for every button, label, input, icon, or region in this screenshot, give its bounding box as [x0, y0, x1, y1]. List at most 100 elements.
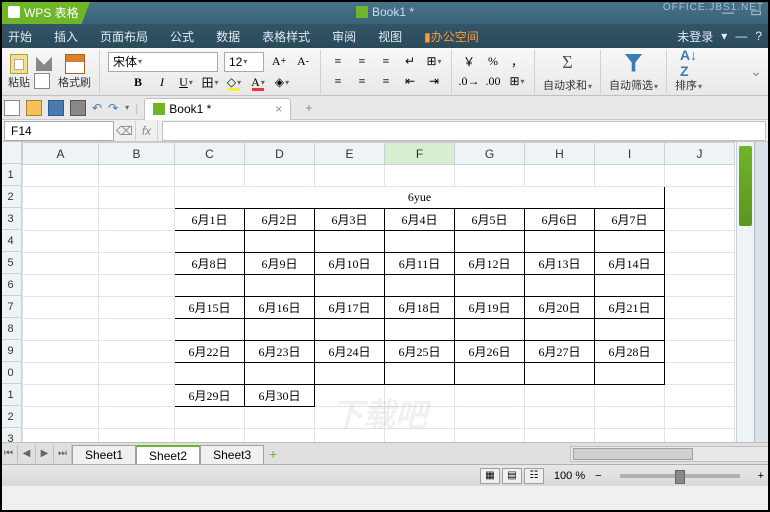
cell[interactable]: 6月1日 [175, 209, 245, 231]
cell[interactable] [23, 341, 99, 363]
underline-button[interactable]: U▾ [177, 74, 195, 92]
cell[interactable] [23, 187, 99, 209]
cell[interactable] [315, 385, 385, 407]
cell[interactable] [665, 253, 735, 275]
cell[interactable] [525, 275, 595, 297]
increase-font-icon[interactable]: A+ [270, 53, 288, 71]
cell[interactable] [99, 407, 175, 429]
cell[interactable]: 6月3日 [315, 209, 385, 231]
cell[interactable] [525, 231, 595, 253]
add-tab-icon[interactable]: + [297, 101, 320, 115]
cell[interactable]: 6月17日 [315, 297, 385, 319]
cell[interactable] [315, 231, 385, 253]
cell[interactable] [665, 187, 735, 209]
cell[interactable] [99, 341, 175, 363]
cell[interactable] [99, 385, 175, 407]
cell[interactable] [665, 209, 735, 231]
menu-review[interactable]: 审阅 [332, 28, 356, 45]
tab-nav-first-icon[interactable]: ⏮ [0, 445, 18, 463]
cell[interactable] [23, 275, 99, 297]
font-family-select[interactable]: 宋体▾ [108, 52, 218, 72]
vertical-scrollbar[interactable] [736, 142, 754, 486]
cell[interactable]: 6月15日 [175, 297, 245, 319]
formula-input[interactable] [162, 121, 766, 141]
cell[interactable] [99, 319, 175, 341]
undo-icon[interactable]: ↶ [92, 101, 102, 115]
cell[interactable] [595, 165, 665, 187]
cell[interactable] [665, 297, 735, 319]
cell[interactable] [175, 275, 245, 297]
cell[interactable] [23, 319, 99, 341]
zoom-out-icon[interactable]: − [595, 470, 601, 482]
menu-view[interactable]: 视图 [378, 28, 402, 45]
cell[interactable] [23, 297, 99, 319]
cell[interactable]: 6月5日 [455, 209, 525, 231]
cell[interactable]: 6月19日 [455, 297, 525, 319]
menu-start[interactable]: 开始 [8, 28, 32, 45]
redo-icon[interactable]: ↷ [108, 101, 118, 115]
decrease-font-icon[interactable]: A- [294, 53, 312, 71]
cell[interactable]: 6月30日 [245, 385, 315, 407]
cell[interactable] [525, 363, 595, 385]
align-middle-icon[interactable]: ≡ [353, 53, 371, 71]
cancel-formula-icon[interactable]: ⌫ [114, 121, 136, 141]
cell[interactable] [525, 165, 595, 187]
open-icon[interactable] [26, 100, 42, 116]
cell[interactable] [175, 231, 245, 253]
col-header[interactable]: B [99, 143, 175, 165]
col-header[interactable]: C [175, 143, 245, 165]
cell[interactable]: 6月28日 [595, 341, 665, 363]
row-header[interactable]: 4 [0, 230, 21, 252]
help-icon[interactable]: ? [755, 29, 762, 43]
cell[interactable] [99, 275, 175, 297]
row-header[interactable]: 1 [0, 384, 21, 406]
cell[interactable] [315, 165, 385, 187]
cell[interactable]: 6月25日 [385, 341, 455, 363]
print-icon[interactable] [70, 100, 86, 116]
menu-formula[interactable]: 公式 [170, 28, 194, 45]
merge-icon[interactable]: ⊞▾ [425, 53, 443, 71]
document-tab[interactable]: Book1 * × [144, 98, 291, 120]
cell[interactable] [175, 363, 245, 385]
ribbon-collapse-icon[interactable]: ⌄ [748, 63, 770, 80]
zoom-slider[interactable] [620, 474, 740, 478]
cell[interactable] [99, 253, 175, 275]
wrap-text-icon[interactable]: ↵ [401, 53, 419, 71]
cell[interactable] [385, 165, 455, 187]
view-normal-icon[interactable]: ▦ [480, 468, 500, 484]
cell[interactable]: 6月12日 [455, 253, 525, 275]
cell[interactable] [23, 385, 99, 407]
row-header[interactable]: 0 [0, 362, 21, 384]
cell[interactable] [665, 363, 735, 385]
sheet-tab[interactable]: Sheet2 [136, 445, 200, 465]
cell[interactable] [385, 231, 455, 253]
cell[interactable]: 6月21日 [595, 297, 665, 319]
align-right-icon[interactable]: ≡ [377, 73, 395, 91]
cell[interactable]: 6月11日 [385, 253, 455, 275]
cell[interactable] [455, 319, 525, 341]
row-header[interactable]: 6 [0, 274, 21, 296]
currency-button[interactable]: ￥ [460, 53, 478, 71]
cell[interactable] [385, 319, 455, 341]
cell[interactable] [99, 363, 175, 385]
zoom-level[interactable]: 100 % [554, 470, 585, 482]
cell[interactable] [665, 319, 735, 341]
cell[interactable] [595, 363, 665, 385]
spreadsheet-grid[interactable]: ABCDEFGHIJ6yue6月1日6月2日6月3日6月4日6月5日6月6日6月… [22, 142, 735, 473]
view-page-icon[interactable]: ▤ [502, 468, 522, 484]
cell[interactable] [525, 407, 595, 429]
tab-nav-prev-icon[interactable]: ◀ [18, 445, 36, 463]
cell[interactable] [315, 319, 385, 341]
cell[interactable] [23, 253, 99, 275]
tab-nav-last-icon[interactable]: ⏭ [54, 445, 72, 463]
percent-button[interactable]: % [484, 53, 502, 71]
cell[interactable] [455, 275, 525, 297]
menu-office-space[interactable]: ▮办公空间 [424, 28, 479, 45]
row-header[interactable]: 2 [0, 186, 21, 208]
cell[interactable] [245, 165, 315, 187]
cell[interactable]: 6月16日 [245, 297, 315, 319]
menu-table-style[interactable]: 表格样式 [262, 28, 310, 45]
col-header[interactable]: I [595, 143, 665, 165]
clear-format-button[interactable]: ◈▾ [273, 74, 291, 92]
row-header[interactable]: 5 [0, 252, 21, 274]
